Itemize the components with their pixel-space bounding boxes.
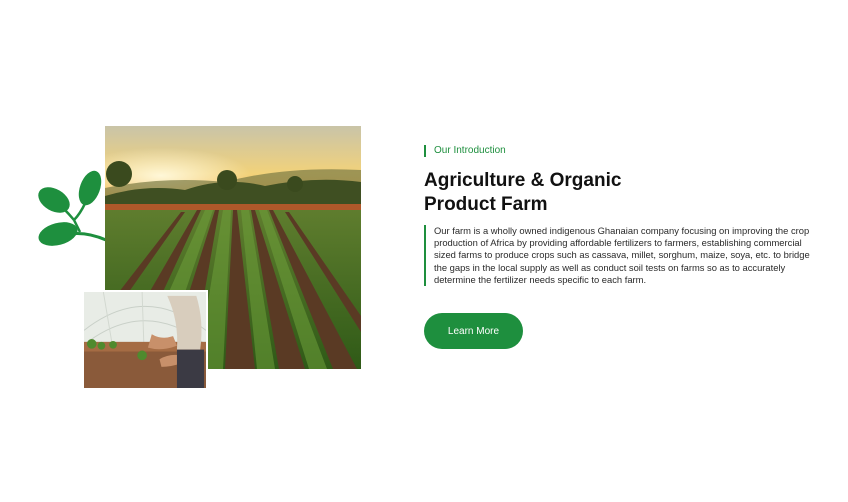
title-line-1: Agriculture & Organic — [424, 170, 622, 191]
page-title: Agriculture & Organic Product Farm — [424, 169, 814, 217]
greenhouse-planting-image — [82, 290, 208, 390]
leaf-branch-icon — [34, 168, 114, 258]
intro-description: Our farm is a wholly owned indigenous Gh… — [424, 225, 814, 287]
learn-more-button[interactable]: Learn More — [424, 313, 523, 349]
title-line-2: Product Farm — [424, 194, 548, 215]
section-eyebrow: Our Introduction — [424, 145, 814, 157]
intro-section: Our Introduction Agriculture & Organic P… — [424, 145, 814, 287]
